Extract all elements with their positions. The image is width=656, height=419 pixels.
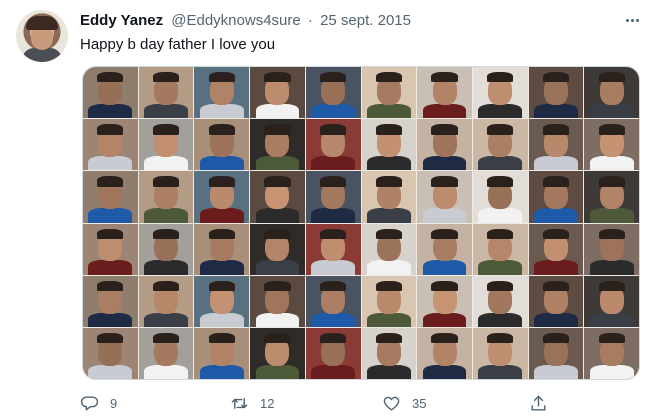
collage-photo [138, 171, 194, 223]
collage-photo [472, 327, 528, 379]
tweet-date[interactable]: 25 sept. 2015 [320, 12, 411, 29]
collage-photo [83, 171, 138, 223]
collage-photo [584, 223, 639, 275]
collage-photo [305, 223, 361, 275]
collage-photo [83, 67, 138, 119]
collage-photo [83, 327, 138, 379]
collage-photo [417, 327, 472, 379]
tweet-header: Eddy Yanez @Eddyknows4sure · 25 sept. 20… [80, 11, 411, 31]
collage-photo [250, 119, 305, 171]
reply-count: 9 [110, 395, 118, 411]
collage-photo [250, 327, 305, 379]
avatar-hair [26, 16, 58, 30]
like-button[interactable]: 35 [382, 392, 426, 414]
separator-dot: · [307, 12, 313, 29]
collage-photo [305, 119, 361, 171]
collage-photo [194, 223, 250, 275]
collage-photo [584, 275, 639, 327]
collage-photo [250, 275, 305, 327]
photo-collage [83, 67, 639, 379]
collage-photo [305, 275, 361, 327]
share-icon [531, 395, 546, 411]
collage-photo [361, 223, 417, 275]
collage-photo [305, 171, 361, 223]
collage-photo [305, 67, 361, 119]
tweet-actions: 9 12 35 [80, 392, 640, 414]
more-dots-icon [625, 18, 639, 22]
display-name[interactable]: Eddy Yanez [80, 12, 163, 29]
collage-photo [138, 119, 194, 171]
tweet[interactable]: Eddy Yanez @Eddyknows4sure · 25 sept. 20… [0, 0, 656, 419]
collage-photo [584, 119, 639, 171]
avatar[interactable] [16, 10, 68, 62]
collage-photo [138, 67, 194, 119]
retweet-icon [231, 397, 248, 409]
collage-photo [361, 327, 417, 379]
collage-photo [83, 119, 138, 171]
collage-photo [194, 119, 250, 171]
tweet-image[interactable] [82, 66, 640, 380]
collage-photo [417, 119, 472, 171]
collage-photo [472, 275, 528, 327]
collage-photo [194, 275, 250, 327]
collage-photo [472, 223, 528, 275]
collage-photo [417, 275, 472, 327]
collage-photo [361, 171, 417, 223]
collage-photo [584, 327, 639, 379]
collage-photo [417, 223, 472, 275]
collage-photo [528, 327, 584, 379]
collage-photo [83, 223, 138, 275]
collage-photo [528, 67, 584, 119]
tweet-text: Happy b day father I love you [80, 36, 276, 53]
more-options-button[interactable] [620, 8, 644, 32]
reply-icon [80, 395, 99, 411]
collage-photo [528, 119, 584, 171]
retweet-count: 12 [260, 395, 275, 411]
retweet-button[interactable]: 12 [230, 392, 274, 414]
collage-photo [138, 275, 194, 327]
collage-photo [83, 275, 138, 327]
collage-photo [250, 67, 305, 119]
collage-photo [472, 119, 528, 171]
collage-photo [194, 171, 250, 223]
collage-photo [250, 171, 305, 223]
reply-button[interactable]: 9 [80, 392, 117, 414]
collage-photo [138, 223, 194, 275]
like-count: 35 [412, 395, 427, 411]
collage-photo [305, 327, 361, 379]
avatar-shirt [22, 48, 62, 62]
collage-photo [528, 275, 584, 327]
collage-photo [250, 223, 305, 275]
collage-photo [417, 67, 472, 119]
collage-photo [528, 171, 584, 223]
collage-photo [528, 223, 584, 275]
collage-photo [361, 67, 417, 119]
collage-photo [584, 171, 639, 223]
collage-photo [584, 67, 639, 119]
heart-icon [383, 396, 400, 411]
collage-photo [138, 327, 194, 379]
share-button[interactable] [529, 392, 548, 414]
collage-photo [472, 171, 528, 223]
user-handle[interactable]: @Eddyknows4sure [171, 12, 300, 29]
collage-photo [194, 67, 250, 119]
collage-photo [472, 67, 528, 119]
collage-photo [361, 119, 417, 171]
collage-photo [417, 171, 472, 223]
collage-photo [194, 327, 250, 379]
collage-photo [361, 275, 417, 327]
